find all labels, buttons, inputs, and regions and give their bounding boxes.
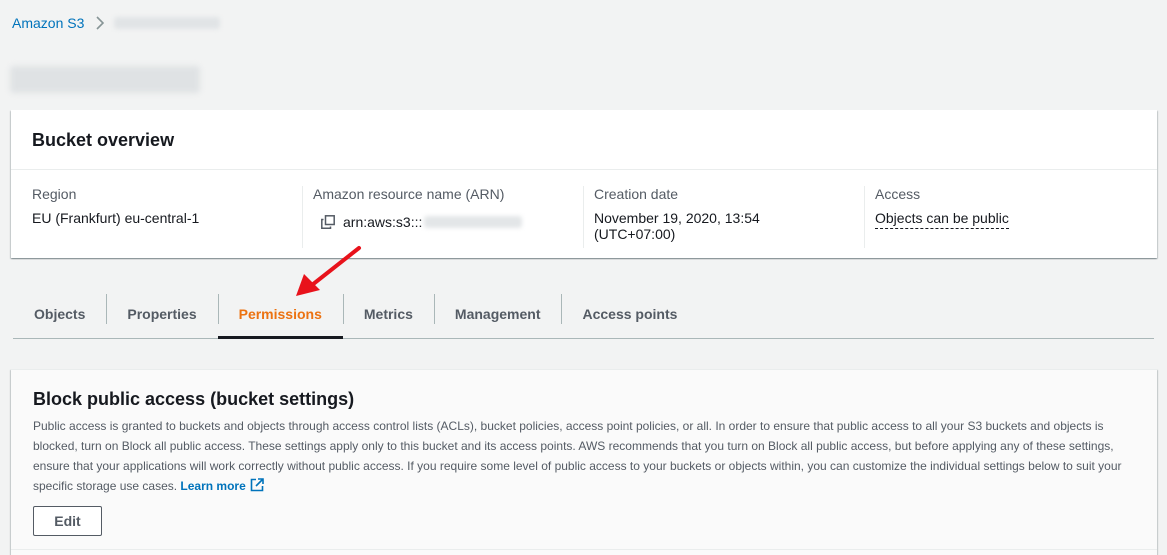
breadcrumb-amazon-s3[interactable]: Amazon S3 — [12, 15, 84, 31]
edit-button[interactable]: Edit — [33, 506, 102, 536]
block-public-access-panel: Block public access (bucket settings) Pu… — [11, 369, 1157, 555]
breadcrumb-bucket-name-redacted[interactable] — [114, 17, 221, 29]
learn-more-link[interactable]: Learn more — [180, 478, 264, 493]
arn-bucket-name-redacted — [424, 216, 523, 228]
access-column: Access Objects can be public — [864, 186, 1154, 248]
block-public-access-description: Public access is granted to buckets and … — [33, 416, 1123, 498]
page-title-redacted — [10, 66, 200, 93]
block-public-access-title: Block public access (bucket settings) — [33, 389, 355, 409]
s3-bucket-page: Amazon S3 Bucket overview Region EU (Fra… — [0, 0, 1167, 555]
external-link-icon — [250, 478, 264, 498]
tab-management[interactable]: Management — [433, 290, 562, 338]
copy-icon[interactable] — [321, 215, 335, 229]
bucket-overview-header: Bucket overview — [11, 110, 1157, 170]
arn-value-row: arn:aws:s3::: — [321, 214, 562, 230]
creation-date-label: Creation date — [594, 186, 679, 202]
bucket-overview-columns: Region EU (Frankfurt) eu-central-1 Amazo… — [11, 170, 1157, 257]
breadcrumb: Amazon S3 — [12, 15, 221, 31]
arn-label: Amazon resource name (ARN) — [313, 186, 505, 202]
creation-date-value: November 19, 2020, 13:54 (UTC+07:00) — [594, 210, 760, 242]
bucket-tabs: Objects Properties Permissions Metrics M… — [13, 290, 1154, 339]
tab-access-points[interactable]: Access points — [561, 290, 698, 338]
bucket-overview-panel: Bucket overview Region EU (Frankfurt) eu… — [11, 110, 1157, 258]
region-value: EU (Frankfurt) eu-central-1 — [32, 210, 200, 226]
learn-more-label: Learn more — [180, 479, 246, 493]
arn-prefix: arn:aws:s3::: — [343, 214, 423, 230]
region-column: Region EU (Frankfurt) eu-central-1 — [11, 186, 302, 248]
creation-date-column: Creation date November 19, 2020, 13:54 (… — [583, 186, 864, 248]
tab-properties[interactable]: Properties — [106, 290, 217, 338]
bucket-overview-title: Bucket overview — [32, 130, 175, 150]
chevron-right-icon — [96, 16, 105, 30]
region-label: Region — [32, 186, 77, 202]
access-label: Access — [875, 186, 921, 202]
red-arrow-icon — [296, 246, 361, 296]
arn-column: Amazon resource name (ARN) arn:aws:s3::: — [302, 186, 583, 248]
tab-objects[interactable]: Objects — [13, 290, 106, 338]
access-value[interactable]: Objects can be public — [875, 210, 1009, 229]
panel-divider — [11, 549, 1157, 550]
